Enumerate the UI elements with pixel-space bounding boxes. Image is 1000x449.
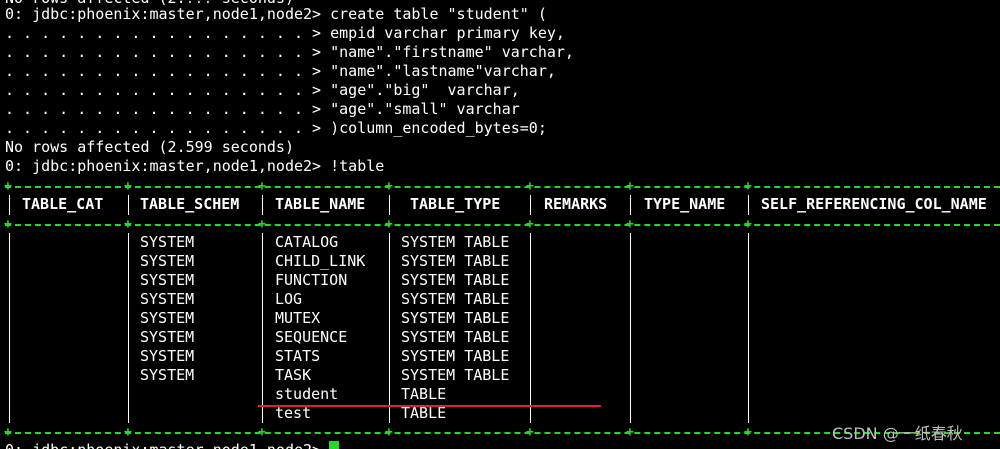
border-joint: + bbox=[258, 425, 266, 440]
terminal-line: . . . . . . . . . . . . . . . . . > "nam… bbox=[5, 43, 574, 61]
terminal-prompt-partial[interactable]: 0: jdbc:phoenix:master,node1,node2> bbox=[5, 441, 321, 449]
border-joint: + bbox=[526, 217, 534, 232]
column-divider bbox=[9, 233, 10, 423]
table-header-table-type: TABLE_TYPE bbox=[410, 195, 501, 213]
table-cell-type: SYSTEM TABLE bbox=[401, 252, 510, 270]
border-joint: + bbox=[626, 425, 634, 440]
border-joint: + bbox=[385, 179, 393, 194]
border-joint: + bbox=[385, 425, 393, 440]
terminal-line: . . . . . . . . . . . . . . . . . > empi… bbox=[5, 24, 565, 42]
table-cell-name: CATALOG bbox=[275, 233, 339, 251]
terminal-line: 0: jdbc:phoenix:master,node1,node2> crea… bbox=[5, 5, 547, 23]
column-divider bbox=[389, 233, 390, 423]
table-border-top bbox=[5, 186, 1000, 188]
table-cell-name: CHILD_LINK bbox=[275, 252, 366, 270]
table-cell-schem: SYSTEM bbox=[140, 233, 195, 251]
table-cell-type: SYSTEM TABLE bbox=[401, 347, 510, 365]
table-cell-type: SYSTEM TABLE bbox=[401, 366, 510, 384]
table-cell-schem: SYSTEM bbox=[140, 328, 195, 346]
border-joint: + bbox=[744, 217, 752, 232]
border-joint: + bbox=[626, 179, 634, 194]
border-joint: + bbox=[526, 425, 534, 440]
table-cell-type: SYSTEM TABLE bbox=[401, 271, 510, 289]
highlight-underline bbox=[258, 405, 601, 407]
table-header-table-name: TABLE_NAME bbox=[275, 195, 366, 213]
border-joint: + bbox=[526, 179, 534, 194]
border-joint: + bbox=[124, 179, 132, 194]
terminal-line: . . . . . . . . . . . . . . . . . > "age… bbox=[5, 81, 520, 99]
column-divider bbox=[262, 195, 263, 215]
terminal-line: No rows affected (2.599 seconds) bbox=[5, 138, 294, 156]
border-joint: + bbox=[124, 217, 132, 232]
table-cell-type: SYSTEM TABLE bbox=[401, 309, 510, 327]
border-joint: + bbox=[4, 179, 12, 194]
table-cell-schem: SYSTEM bbox=[140, 366, 195, 384]
border-joint: + bbox=[744, 425, 752, 440]
terminal-line: . . . . . . . . . . . . . . . . . > "age… bbox=[5, 100, 520, 118]
terminal-line: . . . . . . . . . . . . . . . . . > )col… bbox=[5, 119, 547, 137]
terminal-line: . . . . . . . . . . . . . . . . . > "nam… bbox=[5, 62, 556, 80]
table-cell-schem: SYSTEM bbox=[140, 290, 195, 308]
terminal-line: 0: jdbc:phoenix:master,node1,node2> !tab… bbox=[5, 157, 385, 175]
column-divider bbox=[128, 195, 129, 215]
column-divider bbox=[630, 195, 631, 215]
table-cell-schem: SYSTEM bbox=[140, 271, 195, 289]
table-cell-name: MUTEX bbox=[275, 309, 321, 327]
table-cell-type: TABLE bbox=[401, 385, 447, 403]
table-cell-schem: SYSTEM bbox=[140, 252, 195, 270]
column-divider bbox=[530, 233, 531, 423]
column-divider bbox=[748, 195, 749, 215]
border-joint: + bbox=[626, 217, 634, 232]
table-cell-name: student bbox=[275, 385, 339, 403]
column-divider bbox=[530, 195, 531, 215]
table-header-table-schem: TABLE_SCHEM bbox=[140, 195, 240, 213]
border-joint: + bbox=[744, 179, 752, 194]
border-joint: + bbox=[4, 425, 12, 440]
column-divider bbox=[262, 233, 263, 423]
column-divider bbox=[9, 195, 10, 215]
table-cell-name: SEQUENCE bbox=[275, 328, 348, 346]
table-cell-type: SYSTEM TABLE bbox=[401, 233, 510, 251]
text-cursor bbox=[329, 441, 339, 449]
table-cell-name: TASK bbox=[275, 366, 312, 384]
border-joint: + bbox=[385, 217, 393, 232]
table-cell-schem: SYSTEM bbox=[140, 347, 195, 365]
table-cell-schem: SYSTEM bbox=[140, 309, 195, 327]
border-joint: + bbox=[124, 425, 132, 440]
table-cell-type: SYSTEM TABLE bbox=[401, 290, 510, 308]
table-cell-type: SYSTEM TABLE bbox=[401, 328, 510, 346]
border-joint: + bbox=[4, 217, 12, 232]
table-header-type-name: TYPE_NAME bbox=[644, 195, 726, 213]
table-header-table-cat: TABLE_CAT bbox=[22, 195, 104, 213]
border-joint: + bbox=[258, 217, 266, 232]
table-cell-name: FUNCTION bbox=[275, 271, 348, 289]
column-divider bbox=[389, 195, 390, 215]
table-cell-name: STATS bbox=[275, 347, 321, 365]
column-divider bbox=[128, 233, 129, 423]
border-joint: + bbox=[258, 179, 266, 194]
watermark: CSDN @一纸春秋 bbox=[832, 424, 963, 443]
table-header-self-referencing-col-name: SELF_REFERENCING_COL_NAME bbox=[761, 195, 987, 213]
table-header-remarks: REMARKS bbox=[544, 195, 608, 213]
table-border-header bbox=[5, 224, 1000, 226]
column-divider bbox=[748, 233, 749, 423]
table-cell-name: LOG bbox=[275, 290, 303, 308]
column-divider bbox=[630, 233, 631, 423]
